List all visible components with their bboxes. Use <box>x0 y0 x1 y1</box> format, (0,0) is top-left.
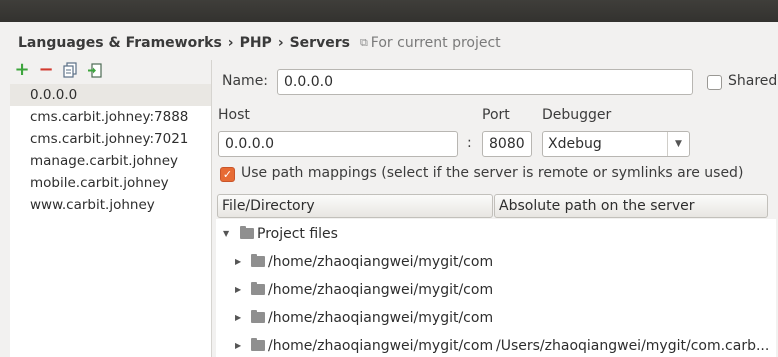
port-field[interactable]: 8080 <box>482 131 532 157</box>
path-mappings-label: Use path mappings (select if the server … <box>241 165 744 181</box>
expand-arrow-down-icon[interactable]: ▼ <box>223 229 229 238</box>
window-titlebar <box>0 0 778 22</box>
breadcrumb-separator: › <box>227 35 234 51</box>
shared-checkbox[interactable] <box>707 75 722 90</box>
debugger-select[interactable]: Xdebug ▼ <box>542 131 690 157</box>
name-label: Name: <box>222 73 269 89</box>
port-separator: : <box>467 135 472 151</box>
debugger-value: Xdebug <box>548 136 602 152</box>
host-label: Host <box>218 107 250 123</box>
server-list: 0.0.0.0 cms.carbit.johney:7888 cms.carbi… <box>10 84 211 357</box>
project-scope-icon: ⧉ <box>359 36 368 49</box>
breadcrumb-item-languages: Languages & Frameworks <box>18 35 222 51</box>
column-header-file-directory[interactable]: File/Directory <box>217 194 493 218</box>
breadcrumb: Languages & Frameworks › PHP › Servers ⧉… <box>18 33 501 53</box>
expand-arrow-right-icon[interactable]: ▶ <box>235 341 241 350</box>
server-list-item[interactable]: www.carbit.johney <box>10 194 211 216</box>
table-row[interactable]: ▶ /home/zhaoqiangwei/mygit/com <box>216 248 776 276</box>
import-icon <box>87 62 102 78</box>
server-list-item[interactable]: manage.carbit.johney <box>10 150 211 172</box>
name-field[interactable]: 0.0.0.0 <box>277 69 693 95</box>
remove-server-button[interactable]: − <box>34 61 58 79</box>
column-header-server-path[interactable]: Absolute path on the server <box>494 194 768 218</box>
server-list-item[interactable]: mobile.carbit.johney <box>10 172 211 194</box>
chevron-down-icon: ▼ <box>667 132 689 156</box>
server-list-toolbar: + − <box>10 61 106 79</box>
server-list-item[interactable]: cms.carbit.johney:7021 <box>10 128 211 150</box>
table-row[interactable]: ▶ /home/zhaoqiangwei/mygit/com <box>216 276 776 304</box>
path-mappings-checkbox[interactable]: ✓ <box>220 167 235 182</box>
copy-icon <box>63 62 77 78</box>
plus-icon: + <box>14 59 30 80</box>
expand-arrow-right-icon[interactable]: ▶ <box>235 285 241 294</box>
expand-arrow-right-icon[interactable]: ▶ <box>235 257 241 266</box>
folder-icon <box>251 338 265 351</box>
scope-label: For current project <box>370 35 501 51</box>
server-list-item[interactable]: cms.carbit.johney:7888 <box>10 106 211 128</box>
import-server-button[interactable] <box>82 61 106 79</box>
debugger-label: Debugger <box>542 107 612 123</box>
server-path[interactable]: /Users/zhaoqiangwei/mygit/com.carb... <box>496 336 776 356</box>
expand-arrow-right-icon[interactable]: ▶ <box>235 313 241 322</box>
shared-label: Shared <box>728 73 778 89</box>
file-path[interactable]: /home/zhaoqiangwei/mygit/com <box>268 252 494 272</box>
path-mappings-table: ▼ Project files ▶ /home/zhaoqiangwei/myg… <box>216 219 776 357</box>
folder-icon <box>251 282 265 295</box>
server-list-item[interactable]: 0.0.0.0 <box>10 84 211 106</box>
folder-icon <box>251 310 265 323</box>
breadcrumb-item-php: PHP <box>239 35 272 51</box>
add-server-button[interactable]: + <box>10 61 34 79</box>
file-path[interactable]: /home/zhaoqiangwei/mygit/com <box>268 336 494 356</box>
minus-icon: − <box>38 59 54 80</box>
port-label: Port <box>482 107 510 123</box>
host-field[interactable]: 0.0.0.0 <box>218 131 458 157</box>
panel-divider[interactable] <box>211 60 212 357</box>
copy-server-button[interactable] <box>58 61 82 79</box>
folder-icon <box>240 226 254 239</box>
table-group-row[interactable]: ▼ Project files <box>216 220 776 248</box>
table-row[interactable]: ▶ /home/zhaoqiangwei/mygit/com /Users/zh… <box>216 332 776 357</box>
breadcrumb-item-servers: Servers <box>289 35 350 51</box>
file-path[interactable]: /home/zhaoqiangwei/mygit/com <box>268 280 494 300</box>
table-row[interactable]: ▶ /home/zhaoqiangwei/mygit/com <box>216 304 776 332</box>
file-path[interactable]: /home/zhaoqiangwei/mygit/com <box>268 308 494 328</box>
folder-icon <box>251 254 265 267</box>
group-label: Project files <box>257 226 338 242</box>
breadcrumb-separator: › <box>277 35 284 51</box>
